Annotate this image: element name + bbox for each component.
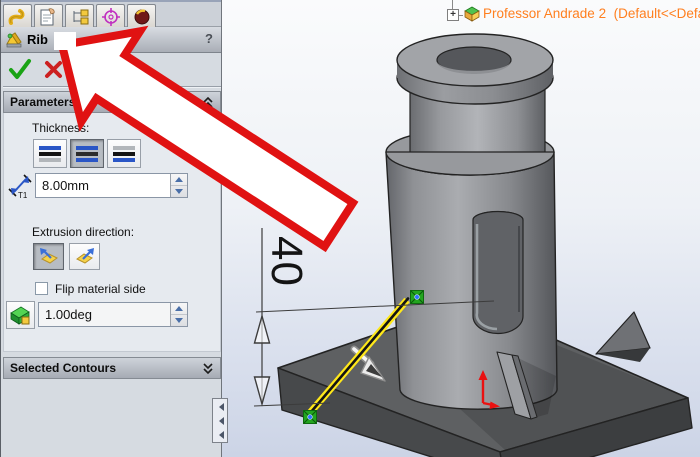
draft-spinner (170, 303, 187, 326)
parameters-group-header[interactable]: Parameters (3, 91, 221, 113)
selected-contours-header[interactable]: Selected Contours (3, 357, 221, 379)
spin-up-button[interactable] (171, 174, 187, 186)
draft-on-off-button[interactable] (6, 301, 35, 329)
draft-angle-input[interactable] (45, 307, 155, 322)
normal-to-sketch-icon (75, 248, 94, 264)
splitter-arrow-icon (219, 430, 224, 439)
expand-chevron-icon (203, 363, 213, 375)
extrusion-normal-button[interactable] (69, 243, 100, 270)
spin-down-button[interactable] (171, 315, 187, 326)
sketch-point-marker (303, 410, 317, 424)
ok-button[interactable] (7, 56, 33, 82)
feature-tree-flyout: + Professor Andrade 2 (Default<<Default>… (222, 0, 700, 28)
parallel-to-sketch-icon (39, 248, 58, 264)
tab-dimxpert[interactable] (96, 4, 125, 28)
tab-features[interactable] (3, 4, 32, 28)
svg-text:T1: T1 (18, 191, 28, 199)
cylinder-slot (472, 210, 524, 335)
tab-configurations[interactable] (65, 4, 94, 28)
panel-splitter-handle[interactable] (212, 398, 228, 443)
feature-tree-root-label[interactable]: Professor Andrade 2 (Default<<Default>_P… (483, 6, 700, 21)
spin-up-button[interactable] (171, 303, 187, 315)
draft-angle-field[interactable] (38, 302, 188, 327)
part-icon (464, 6, 480, 22)
parameters-group-label: Parameters (10, 95, 76, 109)
thickness-value-field[interactable] (35, 173, 188, 198)
top-flange (396, 33, 554, 105)
thickness-both-sides-button[interactable] (70, 139, 104, 168)
spin-down-button[interactable] (171, 186, 187, 197)
configuration-manager-icon (73, 9, 89, 25)
sketch-point-marker (410, 290, 424, 304)
panel-tab-bar (1, 0, 221, 28)
collapse-chevron-icon (203, 97, 213, 108)
cancel-button[interactable] (43, 56, 65, 82)
thickness-input[interactable] (42, 178, 152, 193)
feature-title: Rib (27, 32, 48, 47)
splitter-arrow-icon (219, 416, 224, 425)
thickness-second-side-button[interactable] (107, 139, 141, 168)
features-tool-icon (8, 9, 25, 25)
feature-title-bar: Rib ? (1, 27, 221, 53)
extrusion-direction-label: Extrusion direction: (32, 225, 135, 239)
action-bar (1, 53, 221, 85)
title-edit-caret (54, 32, 76, 50)
preview-glasses-button[interactable] (77, 56, 107, 82)
rib-feature-icon (6, 32, 22, 48)
parameters-group-body: Thickness: T1 8.00mm Extrusion direction… (3, 113, 221, 352)
thickness-spinner (170, 174, 187, 197)
divider (3, 86, 221, 88)
second-side-icon (113, 145, 135, 162)
selected-contours-label: Selected Contours (10, 361, 117, 375)
tree-expand-button[interactable]: + (447, 9, 459, 21)
thickness-label: Thickness: (32, 121, 90, 135)
solidworks-window: 40 + Professor Andrade 2 (Default<<Defau… (0, 0, 700, 457)
thickness-t1-icon: T1 (8, 174, 32, 199)
display-manager-icon (134, 9, 150, 25)
flip-material-label: Flip material side (55, 282, 146, 296)
tab-property-manager[interactable] (34, 4, 63, 28)
extrusion-parallel-button[interactable] (33, 243, 64, 270)
property-manager-panel: Rib ? Parameters Thickness: T1 8.00mm Ex… (0, 0, 222, 457)
flip-material-checkbox[interactable] (35, 282, 48, 295)
help-button[interactable]: ? (205, 31, 213, 46)
first-side-icon (39, 145, 61, 162)
dimxpert-target-icon (102, 8, 120, 26)
draft-icon (10, 306, 30, 325)
property-manager-icon (40, 8, 55, 26)
splitter-arrow-icon (219, 402, 224, 411)
thickness-first-side-button[interactable] (33, 139, 67, 168)
tab-display-manager[interactable] (127, 4, 156, 28)
base-gusset (595, 311, 651, 355)
both-sides-icon (76, 145, 98, 162)
dimension-text[interactable]: 40 (262, 236, 311, 287)
